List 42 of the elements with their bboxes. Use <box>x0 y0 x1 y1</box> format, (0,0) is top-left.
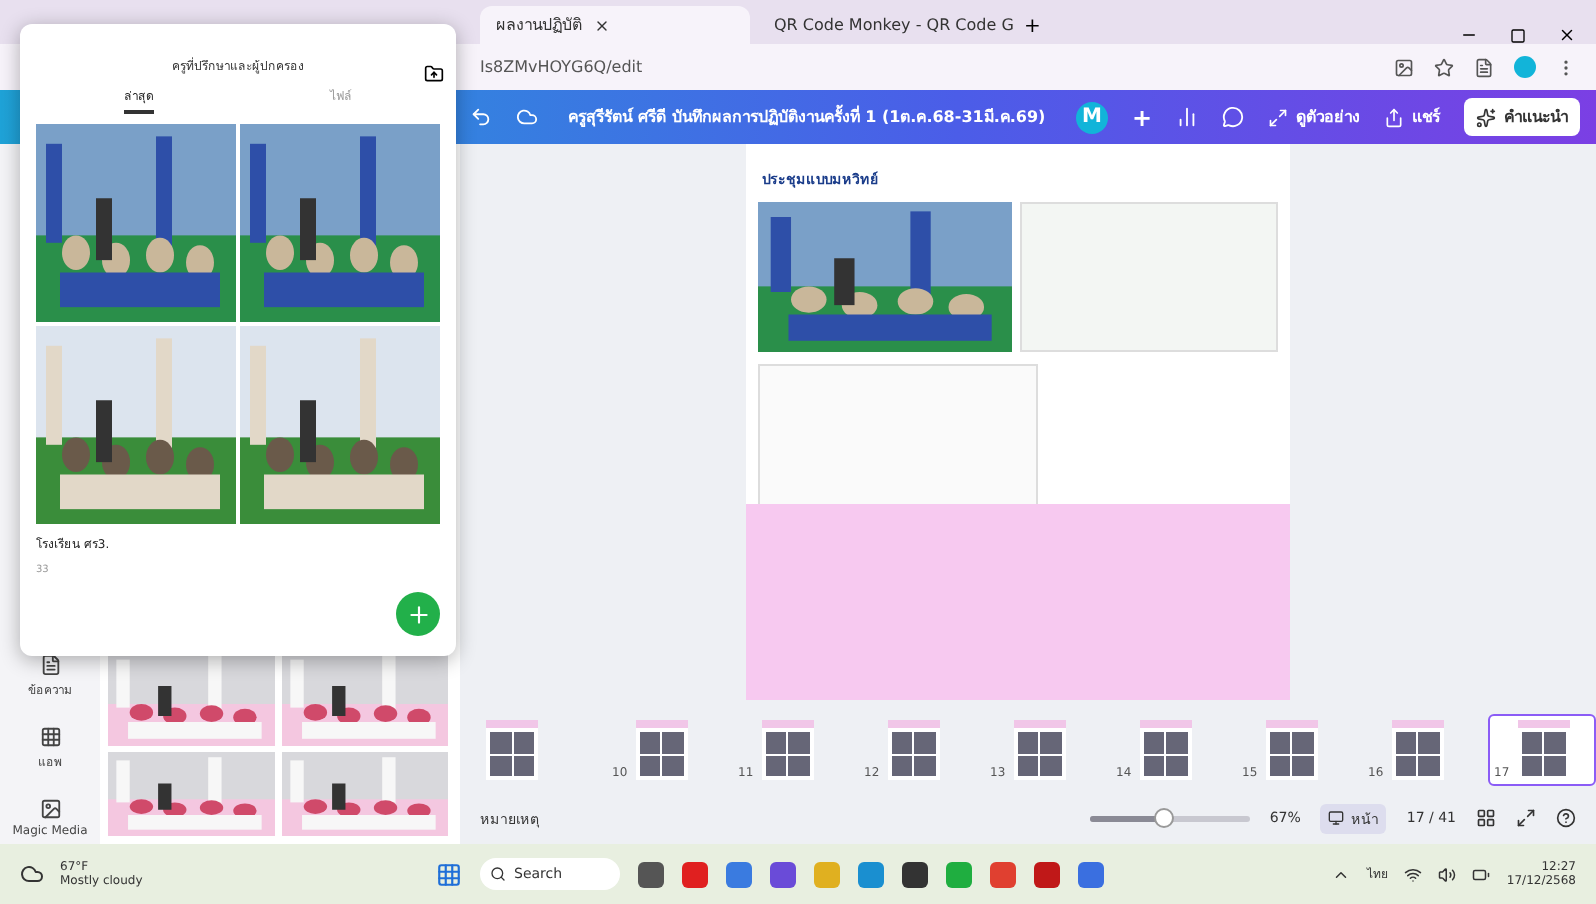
bookmark-star-icon[interactable] <box>1434 57 1454 77</box>
expand-icon <box>1268 107 1288 127</box>
monitor-icon <box>1328 810 1345 826</box>
new-tab-button[interactable]: + <box>1016 16 1041 44</box>
design-title: ครูสุรีรัตน์ ศรีดี บันทึกผลการปฏิบัติงานครั้งที่ 1 (1ต.ค.68-31มี.ค.69) <box>566 104 1048 130</box>
address-field[interactable]: Is8ZMvHOYG6Q/edit <box>480 58 1374 76</box>
volume-icon <box>1438 865 1457 883</box>
comment-icon[interactable] <box>1222 106 1244 128</box>
share-icon <box>1384 107 1404 127</box>
undo-icon[interactable] <box>470 106 492 128</box>
extensions-icon[interactable] <box>1474 57 1494 77</box>
taskbar-app-icon[interactable] <box>770 861 796 887</box>
image-icon[interactable] <box>1394 57 1414 77</box>
present-button[interactable]: คำแนะนำ <box>1464 98 1580 136</box>
chart-icon[interactable] <box>1176 106 1198 128</box>
grid-icon <box>39 726 61 748</box>
add-button[interactable]: + <box>1131 103 1152 131</box>
wifi-icon <box>1404 865 1423 883</box>
add-fab[interactable] <box>396 592 440 636</box>
close-icon[interactable] <box>1558 26 1576 44</box>
grid-view-icon[interactable] <box>1476 808 1496 828</box>
weather-icon <box>20 862 44 886</box>
browser-tab[interactable]: ผลงานปฏิบัติ <box>480 6 750 44</box>
share-button[interactable]: แชร์ <box>1384 104 1440 130</box>
cloud-icon <box>516 106 538 128</box>
browser-tab[interactable]: QR Code Monkey - QR Code G <box>758 6 1008 44</box>
text-icon <box>39 654 61 676</box>
taskbar-app-icon[interactable] <box>1034 861 1060 887</box>
taskbar-app-icon[interactable] <box>638 861 664 887</box>
preview-button[interactable]: ดูตัวอย่าง <box>1268 104 1360 130</box>
start-icon[interactable] <box>436 861 462 887</box>
taskbar-app-icon[interactable] <box>902 861 928 887</box>
upload-icon[interactable] <box>424 64 444 84</box>
image-icon <box>39 798 61 820</box>
plus-icon <box>405 601 431 627</box>
battery-icon <box>1472 865 1491 883</box>
fullscreen-icon[interactable] <box>1516 808 1536 828</box>
close-icon[interactable] <box>594 17 610 33</box>
help-icon[interactable] <box>1556 808 1576 828</box>
search-icon <box>490 866 506 882</box>
maximize-icon[interactable] <box>1510 28 1526 44</box>
sparkle-icon <box>1476 107 1496 127</box>
